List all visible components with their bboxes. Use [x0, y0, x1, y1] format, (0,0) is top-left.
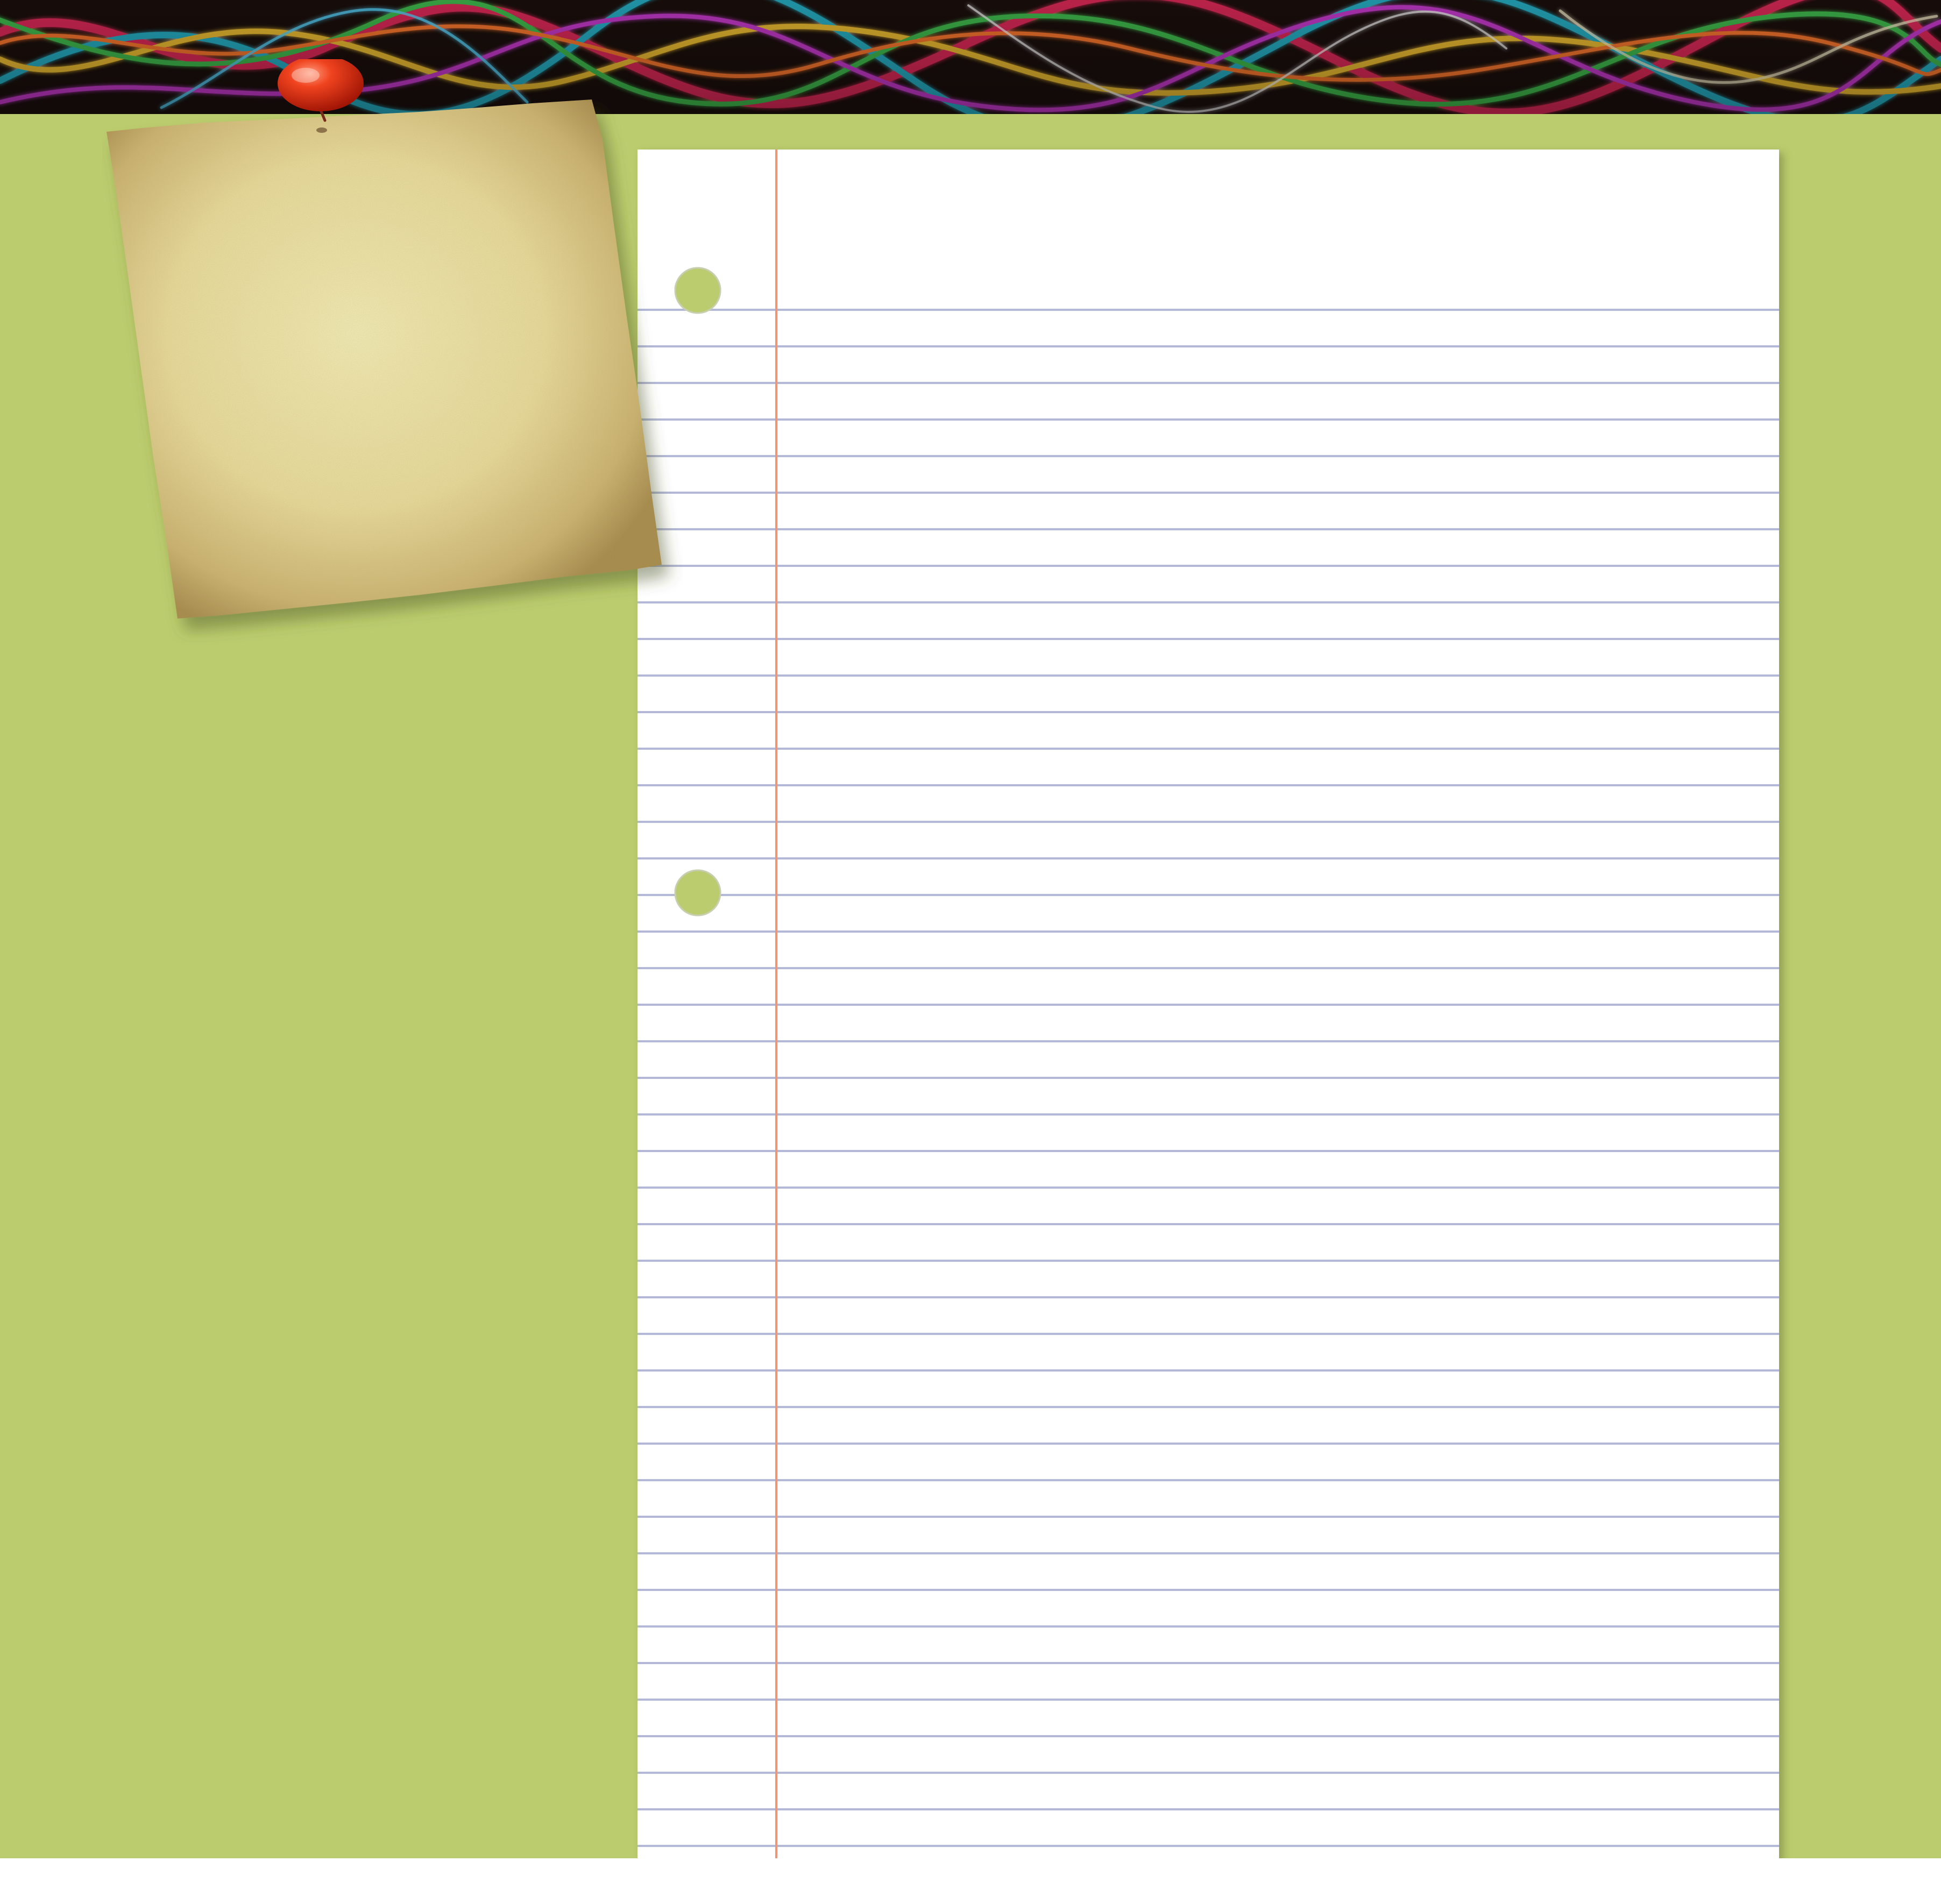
bottom-margin — [0, 1858, 1941, 1904]
lined-notebook-paper — [637, 150, 1779, 1861]
parchment-note-art — [107, 59, 662, 619]
punch-hole — [674, 869, 721, 917]
scrapbook-page — [0, 0, 1941, 1904]
pinned-parchment-note — [102, 59, 683, 662]
paper-ruling — [637, 150, 1779, 1861]
